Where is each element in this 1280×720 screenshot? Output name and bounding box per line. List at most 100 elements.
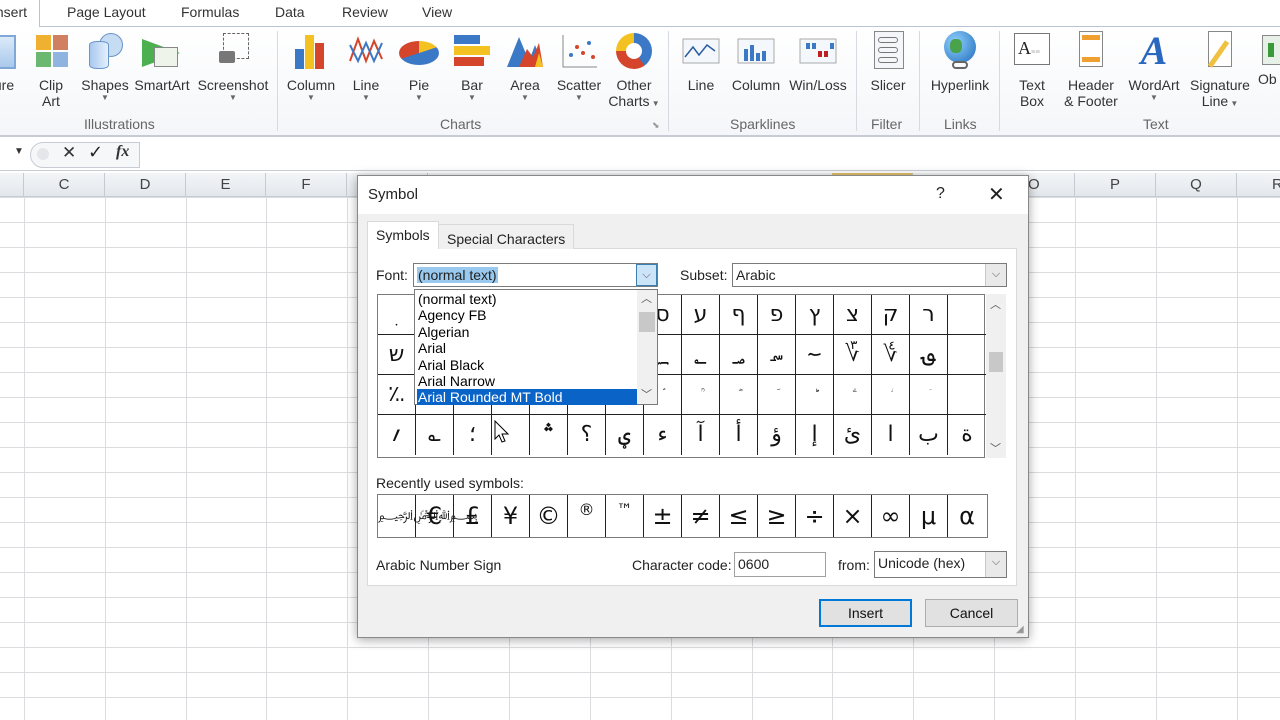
font-option[interactable]: Arial Black bbox=[417, 357, 637, 373]
signature-line-button[interactable]: Signature Line ▼ bbox=[1188, 31, 1252, 112]
tab-view[interactable]: View bbox=[422, 4, 452, 20]
recent-symbol-cell[interactable]: ™ bbox=[606, 495, 644, 537]
symbol-cell[interactable]: ש bbox=[378, 335, 416, 375]
symbol-cell[interactable]: ؖ bbox=[834, 375, 872, 415]
tab-insert[interactable]: Insert bbox=[0, 0, 41, 28]
wordart-button[interactable]: A WordArt ▼ bbox=[1126, 31, 1182, 103]
symbol-cell[interactable]: ؅ bbox=[796, 335, 834, 375]
cancel-button[interactable]: Cancel bbox=[925, 599, 1018, 627]
text-box-button[interactable]: A≡≡ Text Box bbox=[1010, 31, 1054, 109]
recent-symbol-cell[interactable]: ﷽ bbox=[378, 495, 478, 537]
recent-symbol-cell[interactable]: ≠ bbox=[682, 495, 720, 537]
pie-chart-button[interactable]: Pie ▼ bbox=[398, 31, 440, 103]
subset-combo[interactable]: Arabic ⌵ bbox=[732, 263, 1007, 287]
symbol-cell[interactable]: ؤ bbox=[758, 415, 796, 455]
scroll-up-icon[interactable]: ︿ bbox=[990, 296, 1001, 312]
symbol-cell[interactable]: ة bbox=[948, 415, 986, 455]
symbol-cell[interactable]: ؇ bbox=[872, 335, 910, 375]
column-header-e[interactable]: E bbox=[186, 173, 266, 197]
symbol-cell[interactable]: ؘ bbox=[910, 375, 948, 415]
chevron-down-icon[interactable]: ⌵ bbox=[985, 264, 1006, 286]
cancel-formula-icon[interactable]: ✕ bbox=[62, 143, 76, 163]
tab-review[interactable]: Review bbox=[342, 4, 388, 20]
column-header-f[interactable]: F bbox=[266, 173, 347, 197]
recent-symbol-cell[interactable]: ® bbox=[568, 495, 606, 537]
symbol-cell[interactable]: ؕ bbox=[796, 375, 834, 415]
column-header-q[interactable]: Q bbox=[1156, 173, 1237, 197]
symbol-cell[interactable]: ؓ bbox=[720, 375, 758, 415]
sparkline-column-button[interactable]: Column bbox=[730, 31, 782, 93]
font-option[interactable]: Algerian bbox=[417, 324, 637, 340]
area-chart-button[interactable]: Area ▼ bbox=[504, 31, 546, 103]
insert-function-icon[interactable]: fx bbox=[116, 143, 129, 161]
symbol-cell[interactable]: ؞ bbox=[530, 415, 568, 455]
formula-input[interactable] bbox=[142, 142, 1280, 168]
clip-art-button[interactable]: Clip Art bbox=[32, 31, 70, 109]
from-combo[interactable]: Unicode (hex) ⌵ bbox=[874, 551, 1007, 578]
scroll-up-icon[interactable]: ︿ bbox=[641, 290, 652, 306]
symbol-cell[interactable]: ף bbox=[720, 295, 758, 335]
recent-symbol-cell[interactable]: μ bbox=[910, 495, 948, 537]
column-header-d[interactable]: D bbox=[105, 173, 186, 197]
name-box-dropdown-icon[interactable]: ▼ bbox=[14, 146, 24, 157]
recent-symbol-cell[interactable]: © bbox=[530, 495, 568, 537]
tab-page-layout[interactable]: Page Layout bbox=[67, 4, 146, 20]
font-option[interactable]: Arial Rounded MT Bold bbox=[417, 389, 637, 406]
enter-formula-icon[interactable]: ✓ bbox=[88, 142, 103, 163]
symbol-cell[interactable]: ؠ bbox=[606, 415, 644, 455]
symbol-cell[interactable]: ا bbox=[872, 415, 910, 455]
symbol-cell[interactable]: ب bbox=[910, 415, 948, 455]
symbol-cell[interactable]: ؂ bbox=[682, 335, 720, 375]
scroll-thumb[interactable] bbox=[989, 352, 1003, 372]
symbol-cell[interactable]: ؒ bbox=[682, 375, 720, 415]
font-list-scrollbar[interactable]: ︿ ﹀ bbox=[637, 290, 657, 404]
symbol-cell[interactable]: أ bbox=[720, 415, 758, 455]
font-option[interactable]: Arial bbox=[417, 340, 637, 356]
picture-button[interactable]: ure bbox=[0, 31, 22, 93]
tab-formulas[interactable]: Formulas bbox=[181, 4, 239, 20]
symbol-cell[interactable] bbox=[948, 335, 986, 375]
header-footer-button[interactable]: Header & Footer bbox=[1060, 31, 1122, 109]
recent-symbol-cell[interactable]: ÷ bbox=[796, 495, 834, 537]
dialog-title-bar[interactable]: Symbol ? ✕ bbox=[358, 176, 1028, 214]
symbol-cell[interactable]: ר bbox=[910, 295, 948, 335]
symbol-cell[interactable] bbox=[948, 375, 986, 415]
column-header-p[interactable]: P bbox=[1075, 173, 1156, 197]
recent-symbol-cell[interactable]: × bbox=[834, 495, 872, 537]
slicer-button[interactable]: Slicer bbox=[866, 31, 910, 93]
symbol-cell[interactable]: ئ bbox=[834, 415, 872, 455]
recent-symbol-cell[interactable]: ≤ bbox=[720, 495, 758, 537]
recent-symbol-cell[interactable]: ¥ bbox=[492, 495, 530, 537]
symbol-cell[interactable]: ע bbox=[682, 295, 720, 335]
recent-symbol-cell[interactable]: ∞ bbox=[872, 495, 910, 537]
symbol-cell[interactable]: ץ bbox=[796, 295, 834, 335]
symbol-grid-scrollbar[interactable]: ︿ ﹀ bbox=[986, 294, 1006, 458]
column-header[interactable] bbox=[0, 173, 24, 197]
symbol-cell[interactable]: إ bbox=[796, 415, 834, 455]
symbol-cell[interactable]: ؉ bbox=[378, 375, 416, 415]
chevron-down-icon[interactable]: ⌵ bbox=[636, 264, 657, 286]
symbol-cell[interactable]: ؟ bbox=[568, 415, 606, 455]
symbol-cell[interactable]: ؈ bbox=[910, 335, 948, 375]
recent-symbol-cell[interactable]: £ bbox=[454, 495, 492, 537]
help-button[interactable]: ? bbox=[936, 185, 945, 203]
scroll-thumb[interactable] bbox=[639, 312, 655, 332]
bar-chart-button[interactable]: Bar ▼ bbox=[452, 31, 492, 103]
symbol-cell[interactable]: ؔ bbox=[758, 375, 796, 415]
symbol-cell[interactable]: ؎ bbox=[416, 415, 454, 455]
sparkline-winloss-button[interactable]: Win/Loss bbox=[788, 31, 848, 93]
shapes-button[interactable]: Shapes ▼ bbox=[80, 31, 130, 103]
column-header-c[interactable]: C bbox=[24, 173, 105, 197]
screenshot-button[interactable]: Screenshot ▼ bbox=[196, 31, 270, 103]
resize-grip-icon[interactable]: ◢ bbox=[1016, 624, 1024, 635]
recent-symbol-cell[interactable]: ± bbox=[644, 495, 682, 537]
symbol-cell[interactable] bbox=[948, 295, 986, 335]
font-combo[interactable]: (normal text) ⌵ bbox=[413, 263, 658, 287]
sparkline-line-button[interactable]: Line bbox=[681, 31, 721, 93]
smartart-button[interactable]: SmartArt bbox=[134, 31, 190, 93]
dialog-launcher-icon[interactable]: ⬊ bbox=[652, 120, 660, 131]
column-chart-button[interactable]: Column ▼ bbox=[284, 31, 338, 103]
object-button[interactable]: Ob bbox=[1258, 31, 1280, 87]
scroll-down-icon[interactable]: ﹀ bbox=[641, 386, 652, 402]
other-charts-button[interactable]: Other Charts ▼ bbox=[608, 31, 660, 112]
